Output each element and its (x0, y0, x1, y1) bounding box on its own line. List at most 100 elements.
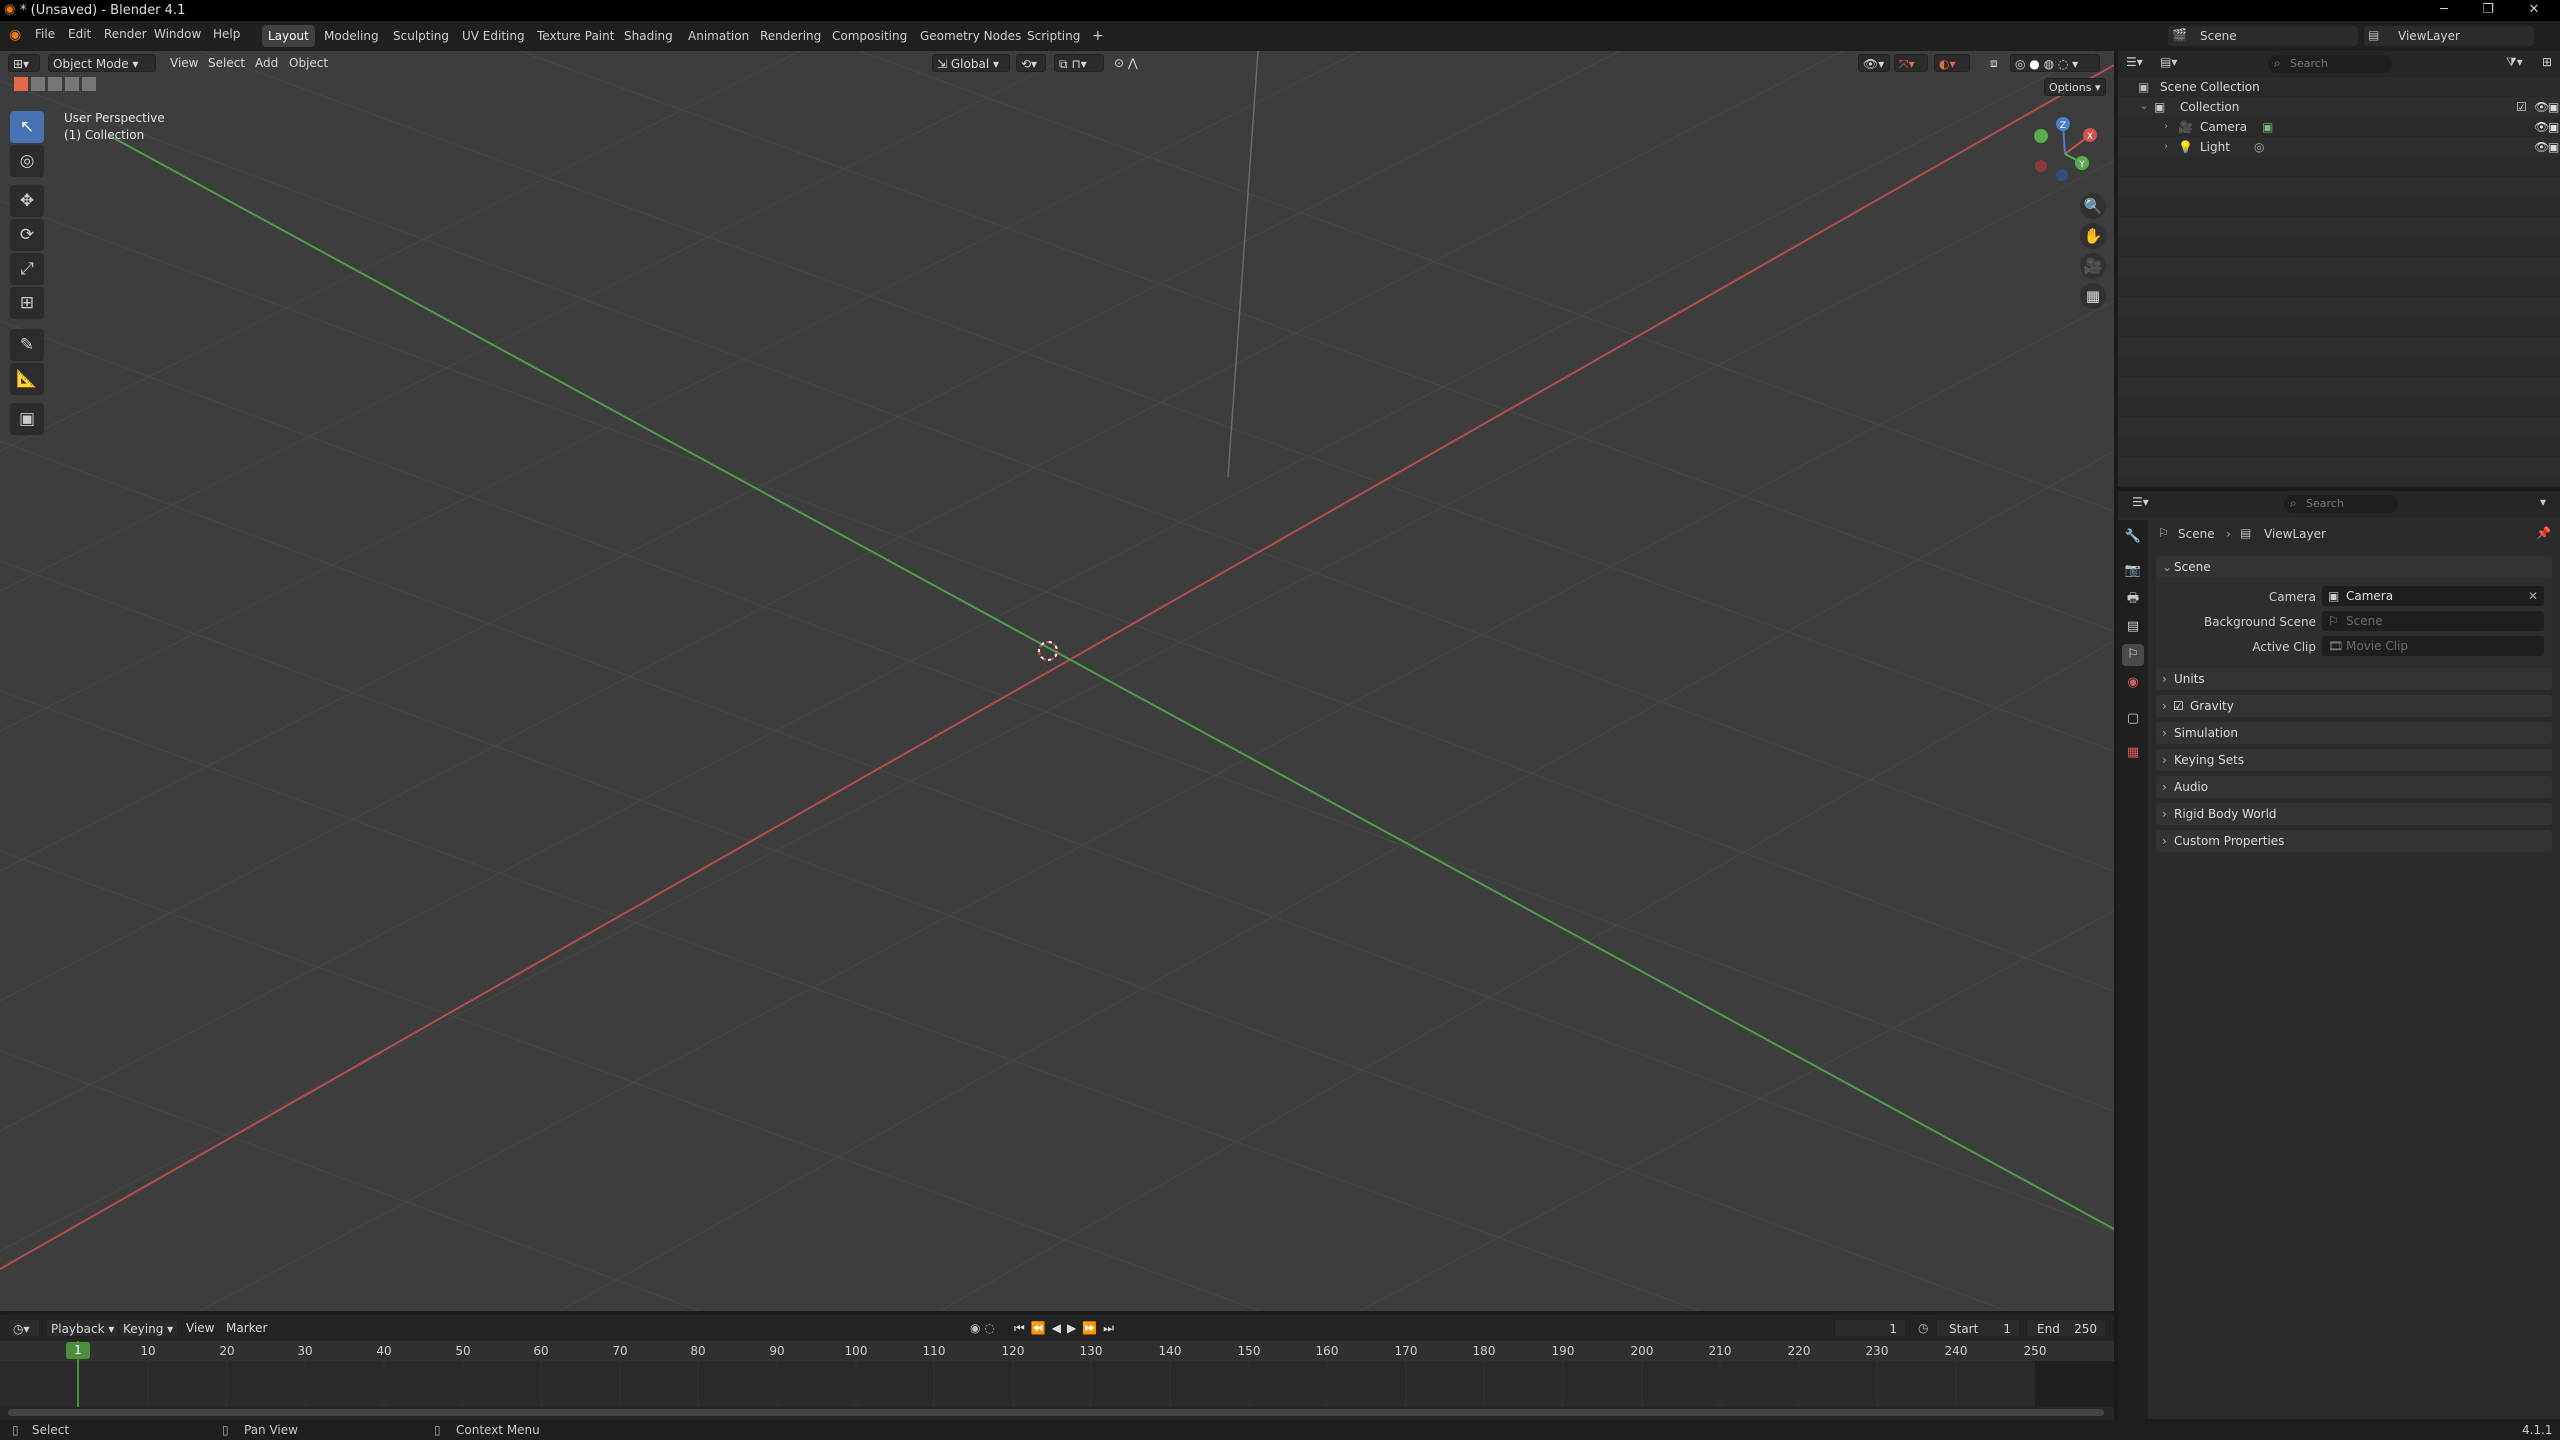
end-frame-field[interactable]: End 250 (2026, 1319, 2106, 1337)
active-clip-field[interactable]: 🎞 Movie Clip (2322, 636, 2544, 656)
maximize-button[interactable]: ❐ (2468, 2, 2508, 17)
visibility-icon[interactable]: 👁▾ (1858, 54, 1890, 72)
menu-window[interactable]: Window (154, 27, 201, 41)
render-toggle-icon[interactable]: ▣ (2548, 137, 2559, 157)
render-toggle-icon[interactable]: ▣ (2548, 97, 2559, 117)
scene-panel-header[interactable]: ⌄ Scene (2156, 556, 2552, 578)
new-collection-icon[interactable]: ⊞ (2542, 55, 2552, 69)
xray-icon[interactable]: ⧈ (1986, 54, 2002, 72)
keying-sets-panel-header[interactable]: › Keying Sets (2156, 749, 2552, 771)
tab-shading[interactable]: Shading (618, 25, 679, 47)
playback-menu[interactable]: Playback ▾ (46, 1319, 120, 1337)
measure-tool[interactable]: 📐 (10, 363, 44, 395)
outliner-scene-collection[interactable]: ▣ Scene Collection (2118, 77, 2560, 97)
tab-texture-paint[interactable]: Texture Paint (531, 25, 620, 47)
visibility-eye-icon[interactable]: 👁 (2534, 117, 2549, 137)
navigation-gizmo[interactable]: Z X Y (2020, 109, 2110, 199)
editor-type-icon[interactable]: ⊞▾ (8, 54, 40, 72)
blender-menu-icon[interactable]: ◉ (9, 27, 21, 43)
menu-help[interactable]: Help (213, 27, 240, 41)
scene-selector[interactable]: 🎬 Scene (2168, 26, 2358, 46)
view-layer-selector[interactable]: ▤ ViewLayer (2364, 26, 2534, 46)
pan-hand-icon[interactable]: ✋ (2080, 223, 2106, 249)
timeline-body[interactable] (0, 1361, 2114, 1407)
rigid-body-world-panel-header[interactable]: › Rigid Body World (2156, 803, 2552, 825)
camera-data-icon[interactable]: ▣ (2262, 117, 2273, 137)
proportional-edit-icon[interactable]: ⊙ ⋀ (1110, 54, 1142, 72)
scale-tool[interactable]: ⤢ (10, 253, 44, 285)
gizmo-toggle-icon[interactable]: ⤧▾ (1894, 54, 1928, 72)
visibility-eye-icon[interactable]: 👁 (2534, 97, 2549, 117)
render-toggle-icon[interactable]: ▣ (2548, 117, 2559, 137)
tab-rendering[interactable]: Rendering (754, 25, 827, 47)
collapse-icon[interactable]: ⌄ (2140, 97, 2148, 117)
filter-icon[interactable]: ⧩▾ (2506, 55, 2523, 70)
background-scene-field[interactable]: ⚐ Scene (2322, 611, 2544, 631)
timeline-scrollbar[interactable] (8, 1409, 2104, 1416)
collection-tab-icon[interactable]: ▢ (2122, 708, 2144, 730)
view-layer-tab-icon[interactable]: ▤ (2122, 616, 2144, 638)
expand-icon[interactable]: › (2164, 137, 2168, 157)
render-tab-icon[interactable]: 📷 (2122, 560, 2144, 582)
viewport-menu-add[interactable]: Add (251, 54, 282, 72)
light-data-icon[interactable]: ◎ (2254, 137, 2264, 157)
tab-sculpting[interactable]: Sculpting (387, 25, 455, 47)
select-box-tool[interactable]: ↖ (10, 111, 44, 143)
scene-tab-icon[interactable]: ⚐ (2122, 644, 2144, 666)
current-frame-field[interactable]: 1 (1834, 1319, 1906, 1337)
tab-animation[interactable]: Animation (682, 25, 755, 47)
3d-viewport[interactable]: User Perspective (1) Collection ↖ ◎ ✥ ⟳ … (0, 51, 2114, 1311)
zoom-icon[interactable]: 🔍 (2080, 193, 2106, 219)
world-tab-icon[interactable]: ◉ (2122, 672, 2144, 694)
rotate-tool[interactable]: ⟳ (10, 219, 44, 251)
visibility-eye-icon[interactable]: 👁 (2534, 137, 2549, 157)
audio-panel-header[interactable]: › Audio (2156, 776, 2552, 798)
ortho-toggle-icon[interactable]: ▦ (2080, 283, 2106, 309)
camera-view-icon[interactable]: 🎥 (2080, 253, 2106, 279)
keying-menu[interactable]: Keying ▾ (118, 1319, 179, 1337)
gravity-checkbox[interactable]: ☑ (2173, 695, 2184, 717)
tab-scripting[interactable]: Scripting (1021, 25, 1086, 47)
outliner-search-input[interactable]: ⌕ Search (2268, 55, 2392, 73)
custom-properties-panel-header[interactable]: › Custom Properties (2156, 830, 2552, 852)
add-workspace-button[interactable]: + (1086, 25, 1110, 47)
clear-icon[interactable]: ✕ (2528, 586, 2538, 606)
playhead-frame[interactable]: 1 (66, 1342, 90, 1359)
tab-compositing[interactable]: Compositing (826, 25, 913, 47)
viewport-menu-object[interactable]: Object (285, 54, 332, 72)
transform-tool[interactable]: ⊞ (10, 287, 44, 319)
outliner-collection[interactable]: ⌄ ▣ Collection ☑ 👁 ▣ (2118, 97, 2560, 117)
timeline-menu-view[interactable]: View (182, 1319, 218, 1337)
output-tab-icon[interactable]: 🖶 (2122, 588, 2144, 610)
viewport-menu-select[interactable]: Select (204, 54, 249, 72)
timeline-editor-icon[interactable]: ◷▾ (8, 1319, 40, 1337)
tab-modeling[interactable]: Modeling (318, 25, 385, 47)
timeline-menu-marker[interactable]: Marker (222, 1319, 271, 1337)
tab-layout[interactable]: Layout (262, 25, 315, 47)
snap-icon[interactable]: ⧉ ⊓▾ (1054, 54, 1104, 72)
properties-options-icon[interactable]: ▾ (2540, 495, 2546, 509)
outliner-editor-icon[interactable]: ☰▾ (2126, 55, 2143, 69)
mode-dropdown[interactable]: Object Mode ▾ (48, 54, 156, 72)
annotate-tool[interactable]: ✎ (10, 329, 44, 361)
selection-mode-icons[interactable] (14, 77, 96, 94)
properties-search-input[interactable]: ⌕ Search (2284, 495, 2398, 513)
outliner-item-camera[interactable]: › 🎥 Camera ▣ 👁 ▣ (2118, 117, 2560, 137)
expand-icon[interactable]: › (2164, 117, 2168, 137)
options-button[interactable]: Options ▾ (2044, 78, 2106, 96)
gravity-panel-header[interactable]: › ☑ Gravity (2156, 695, 2552, 717)
orientation-dropdown[interactable]: ⇲ Global ▾ (932, 54, 1010, 72)
overlay-toggle-icon[interactable]: ◐▾ (1934, 54, 1970, 72)
close-button[interactable]: ✕ (2514, 2, 2554, 17)
minimize-button[interactable]: ─ (2424, 2, 2464, 17)
pivot-icon[interactable]: ⟲▾ (1016, 54, 1046, 72)
move-tool[interactable]: ✥ (10, 185, 44, 217)
tab-geometry-nodes[interactable]: Geometry Nodes (914, 25, 1027, 47)
add-cube-tool[interactable]: ▣ (10, 403, 44, 435)
cursor-tool[interactable]: ◎ (10, 145, 44, 177)
outliner-item-light[interactable]: › 💡 Light ◎ 👁 ▣ (2118, 137, 2560, 157)
auto-keying-icon[interactable]: ◉ ◌ (966, 1319, 999, 1337)
exclude-checkbox[interactable]: ☑ (2516, 97, 2527, 117)
simulation-panel-header[interactable]: › Simulation (2156, 722, 2552, 744)
preview-range-icon[interactable]: ◷ (1914, 1319, 1932, 1337)
